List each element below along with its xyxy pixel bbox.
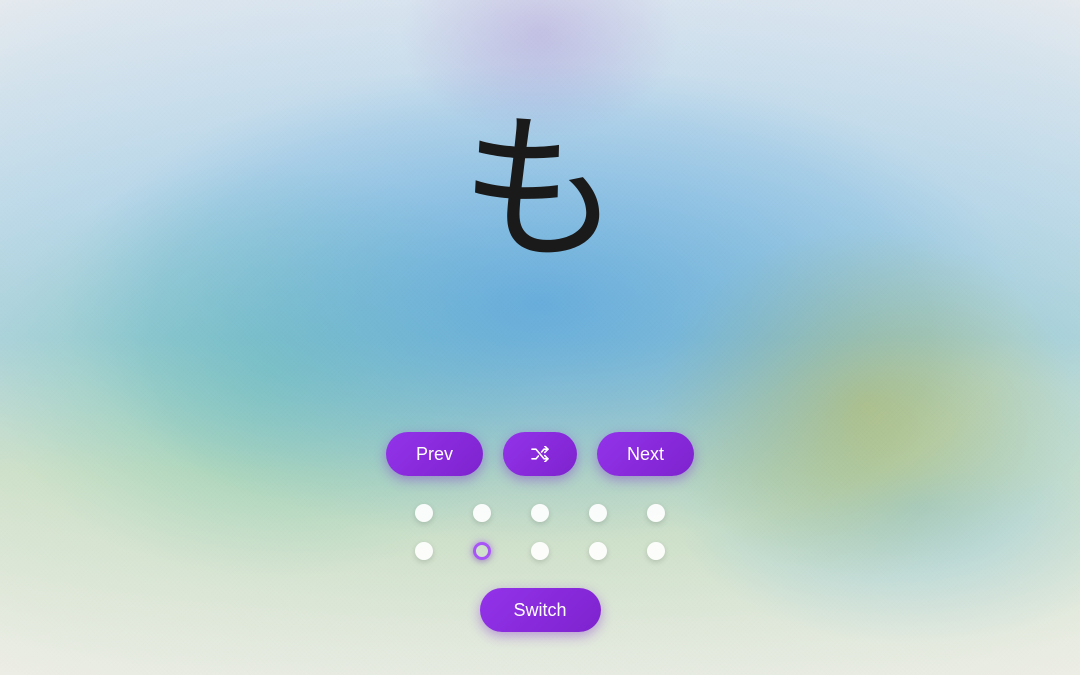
pagination-dot[interactable] (647, 542, 665, 560)
pagination-dot[interactable] (589, 504, 607, 522)
main-container: も Prev Next (0, 0, 1080, 675)
switch-button[interactable]: Switch (479, 588, 600, 632)
shuffle-icon (530, 446, 550, 462)
pagination-dot[interactable] (473, 542, 491, 560)
pagination-dot[interactable] (473, 504, 491, 522)
prev-button[interactable]: Prev (386, 432, 483, 476)
pagination-dots (415, 498, 665, 566)
pagination-dot[interactable] (415, 542, 433, 560)
pagination-dot[interactable] (531, 542, 549, 560)
pagination-dot[interactable] (589, 542, 607, 560)
next-button[interactable]: Next (597, 432, 694, 476)
kana-character-display: も (460, 110, 620, 270)
controls-panel: Prev Next (386, 432, 694, 632)
shuffle-button[interactable] (503, 432, 577, 476)
navigation-button-row: Prev Next (386, 432, 694, 476)
pagination-row-1 (415, 504, 665, 522)
pagination-dot[interactable] (415, 504, 433, 522)
pagination-dot[interactable] (647, 504, 665, 522)
pagination-row-2 (415, 542, 665, 560)
pagination-dot[interactable] (531, 504, 549, 522)
